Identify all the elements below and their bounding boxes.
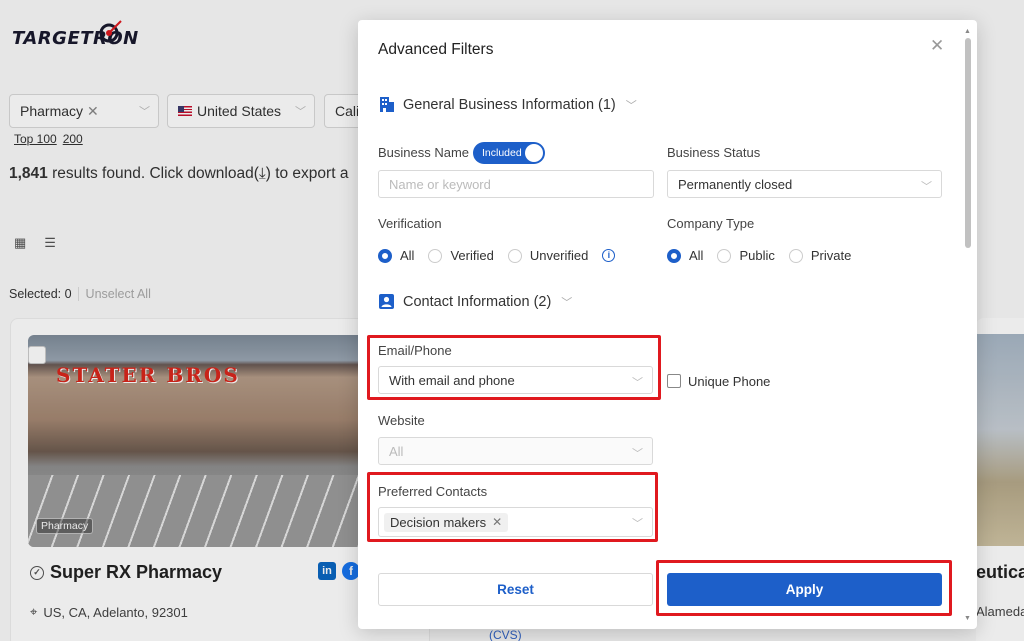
radio-button[interactable] bbox=[428, 248, 443, 263]
verification-option-unverified[interactable]: Unverified bbox=[507, 248, 589, 263]
radio-label: Unverified bbox=[529, 248, 589, 263]
verification-label: Verification bbox=[378, 216, 442, 231]
verification-option-verified[interactable]: Verified bbox=[428, 248, 494, 263]
radio-label: All bbox=[400, 248, 415, 263]
contact-section-header[interactable]: Contact Information (2) ﹀ bbox=[378, 293, 572, 310]
business-name-input[interactable]: Name or keyword bbox=[378, 170, 654, 198]
building-icon bbox=[380, 97, 394, 112]
highlight-box-apply bbox=[656, 560, 952, 616]
close-icon[interactable]: ✕ bbox=[930, 36, 944, 56]
verification-radio-group: All Verified Unverified i bbox=[378, 248, 616, 263]
scroll-down-icon[interactable]: ▼ bbox=[964, 615, 971, 622]
radio-label: All bbox=[689, 248, 704, 263]
business-status-label: Business Status bbox=[667, 145, 761, 160]
company-type-option-all[interactable]: All bbox=[667, 248, 703, 263]
company-type-option-public[interactable]: Public bbox=[717, 248, 775, 263]
verification-option-all[interactable]: All bbox=[378, 248, 414, 263]
advanced-filters-modal: Advanced Filters ✕ General Business Info… bbox=[358, 20, 977, 629]
modal-scrollbar[interactable]: ▲ ▼ bbox=[964, 28, 972, 622]
business-status-select[interactable]: Permanently closed ﹀ bbox=[667, 170, 942, 198]
radio-button[interactable] bbox=[378, 248, 392, 263]
highlight-box-email-phone bbox=[367, 335, 661, 400]
chevron-down-icon: ﹀ bbox=[921, 181, 932, 193]
website-select[interactable]: All ﹀ bbox=[378, 437, 653, 465]
company-type-radio-group: All Public Private bbox=[667, 248, 865, 263]
radio-button[interactable] bbox=[717, 248, 732, 263]
website-label: Website bbox=[378, 413, 425, 428]
general-section-title: General Business Information (1) bbox=[403, 96, 616, 113]
unique-phone-label[interactable]: Unique Phone bbox=[688, 374, 770, 389]
general-section-header[interactable]: General Business Information (1) ﹀ bbox=[378, 96, 637, 113]
radio-button[interactable] bbox=[667, 248, 681, 263]
highlight-box-preferred-contacts bbox=[367, 472, 658, 542]
company-type-label: Company Type bbox=[667, 216, 755, 231]
scroll-thumb[interactable] bbox=[965, 38, 971, 248]
business-name-include-toggle[interactable]: Included bbox=[473, 142, 545, 164]
toggle-label: Included bbox=[482, 147, 522, 159]
radio-button[interactable] bbox=[507, 248, 522, 263]
reset-button[interactable]: Reset bbox=[378, 573, 653, 606]
chevron-down-icon: ﹀ bbox=[561, 296, 573, 309]
toggle-knob bbox=[525, 144, 543, 162]
info-icon[interactable]: i bbox=[602, 249, 616, 262]
radio-label: Public bbox=[739, 248, 775, 263]
radio-label: Verified bbox=[450, 248, 494, 263]
radio-button[interactable] bbox=[788, 248, 803, 263]
business-name-label: Business Name bbox=[378, 145, 470, 160]
contact-section-title: Contact Information (2) bbox=[403, 293, 552, 310]
modal-title: Advanced Filters bbox=[378, 41, 494, 58]
contact-card-icon bbox=[379, 294, 394, 309]
company-type-option-private[interactable]: Private bbox=[788, 248, 852, 263]
unique-phone-checkbox[interactable] bbox=[667, 374, 681, 388]
business-status-value: Permanently closed bbox=[678, 176, 793, 192]
radio-label: Private bbox=[810, 248, 852, 263]
chevron-down-icon: ﹀ bbox=[625, 99, 637, 112]
scroll-up-icon[interactable]: ▲ bbox=[964, 28, 971, 35]
website-value: All bbox=[389, 443, 404, 459]
chevron-down-icon: ﹀ bbox=[632, 448, 643, 460]
business-name-placeholder: Name or keyword bbox=[389, 176, 491, 192]
